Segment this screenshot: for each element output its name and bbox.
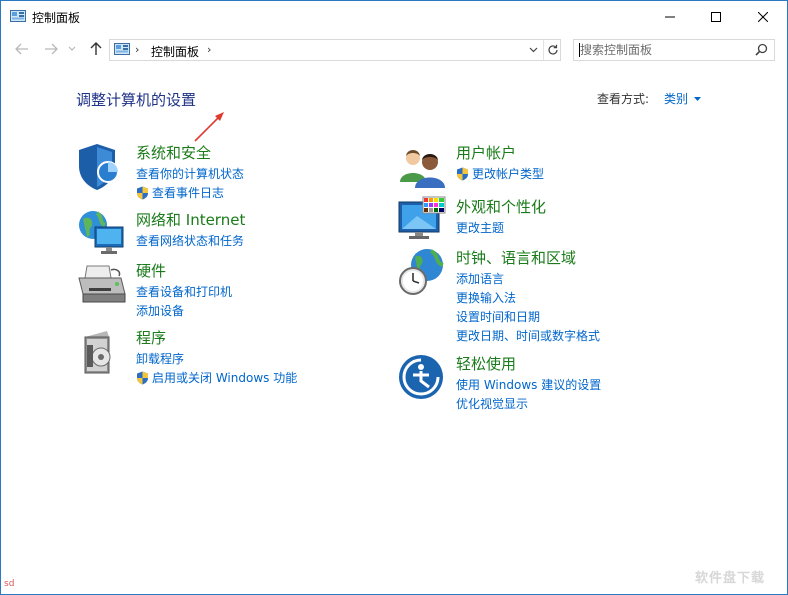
arrow-left-icon [15,43,28,55]
caret-down-icon [694,96,702,101]
link-windows-suggested-settings[interactable]: 使用 Windows 建议的设置 [456,375,601,394]
up-button[interactable] [86,39,106,59]
link-set-time-date[interactable]: 设置时间和日期 [456,307,600,326]
control-panel-window: 控制面板 › 控制面板 › 搜索控制面板 调整计算机的设置 查看方式: 类别 系… [0,0,788,595]
uac-shield-icon [137,186,148,199]
close-button[interactable] [740,1,786,33]
window-title: 控制面板 [32,11,81,25]
ease-of-access-icon[interactable] [397,353,447,403]
annotation-arrow [194,112,224,142]
link-optimize-visual-display[interactable]: 优化视觉显示 [456,394,601,413]
chevron-right-icon[interactable]: › [135,43,139,56]
address-history-dropdown[interactable] [524,40,542,60]
search-input[interactable] [580,42,750,58]
minimize-icon [665,16,675,18]
link-uninstall-program[interactable]: 卸载程序 [136,349,297,368]
page-title: 调整计算机的设置 [76,91,197,109]
category-title[interactable]: 程序 [136,327,166,348]
watermark: 软件盘下载 [695,571,766,586]
link-view-event-logs[interactable]: 查看事件日志 [136,183,244,202]
chevron-down-icon [529,47,537,53]
clock-globe-icon[interactable] [397,247,447,297]
link-change-theme[interactable]: 更改主题 [456,218,504,237]
refresh-icon [547,44,558,55]
link-view-devices-printers[interactable]: 查看设备和打印机 [136,282,232,301]
category-title[interactable]: 外观和个性化 [456,196,546,217]
breadcrumb-control-panel[interactable]: 控制面板 [151,43,199,60]
control-panel-icon [10,10,26,22]
corner-mark: sd [4,579,15,589]
search-box[interactable] [573,39,775,61]
close-icon [758,12,768,22]
control-panel-icon [114,43,130,55]
back-button[interactable] [12,39,32,59]
arrow-right-icon [45,43,58,55]
uac-shield-icon [457,167,468,180]
uac-shield-icon [137,371,148,384]
recent-locations-button[interactable] [65,39,79,59]
view-by-value[interactable]: 类别 [664,90,688,107]
search-icon[interactable] [755,43,768,56]
navigation-bar: › 控制面板 › [1,35,787,63]
link-change-input-method[interactable]: 更换输入法 [456,288,600,307]
chevron-down-icon [68,46,76,51]
link-view-network-status[interactable]: 查看网络状态和任务 [136,231,244,250]
minimize-button[interactable] [647,1,693,33]
users-icon[interactable] [397,142,447,192]
chevron-right-icon[interactable]: › [207,43,211,56]
link-view-computer-status[interactable]: 查看你的计算机状态 [136,164,244,183]
category-title[interactable]: 轻松使用 [456,353,516,374]
category-title[interactable]: 时钟、语言和区域 [456,247,576,268]
link-add-device[interactable]: 添加设备 [136,301,232,320]
monitor-palette-icon[interactable] [397,196,447,246]
category-title[interactable]: 用户帐户 [456,142,516,163]
category-title[interactable]: 硬件 [136,260,166,281]
category-title[interactable]: 网络和 Internet [136,209,245,230]
refresh-button[interactable] [543,40,561,60]
network-globe-icon[interactable] [77,209,127,259]
printer-icon[interactable] [77,260,127,310]
view-by-dropdown[interactable]: 类别 [664,90,702,107]
maximize-button[interactable] [693,1,739,33]
address-bar[interactable]: › 控制面板 › [109,39,561,61]
link-add-language[interactable]: 添加语言 [456,269,600,288]
link-change-account-type[interactable]: 更改帐户类型 [456,164,544,183]
title-bar[interactable]: 控制面板 [1,1,787,33]
view-by-label: 查看方式: [597,92,650,106]
link-change-date-format[interactable]: 更改日期、时间或数字格式 [456,326,600,345]
link-windows-features[interactable]: 启用或关闭 Windows 功能 [136,368,297,387]
shield-icon[interactable] [77,142,127,192]
forward-button[interactable] [41,39,61,59]
maximize-icon [711,12,721,22]
programs-box-icon[interactable] [77,327,127,377]
arrow-up-icon [90,42,102,55]
category-title[interactable]: 系统和安全 [136,142,211,163]
